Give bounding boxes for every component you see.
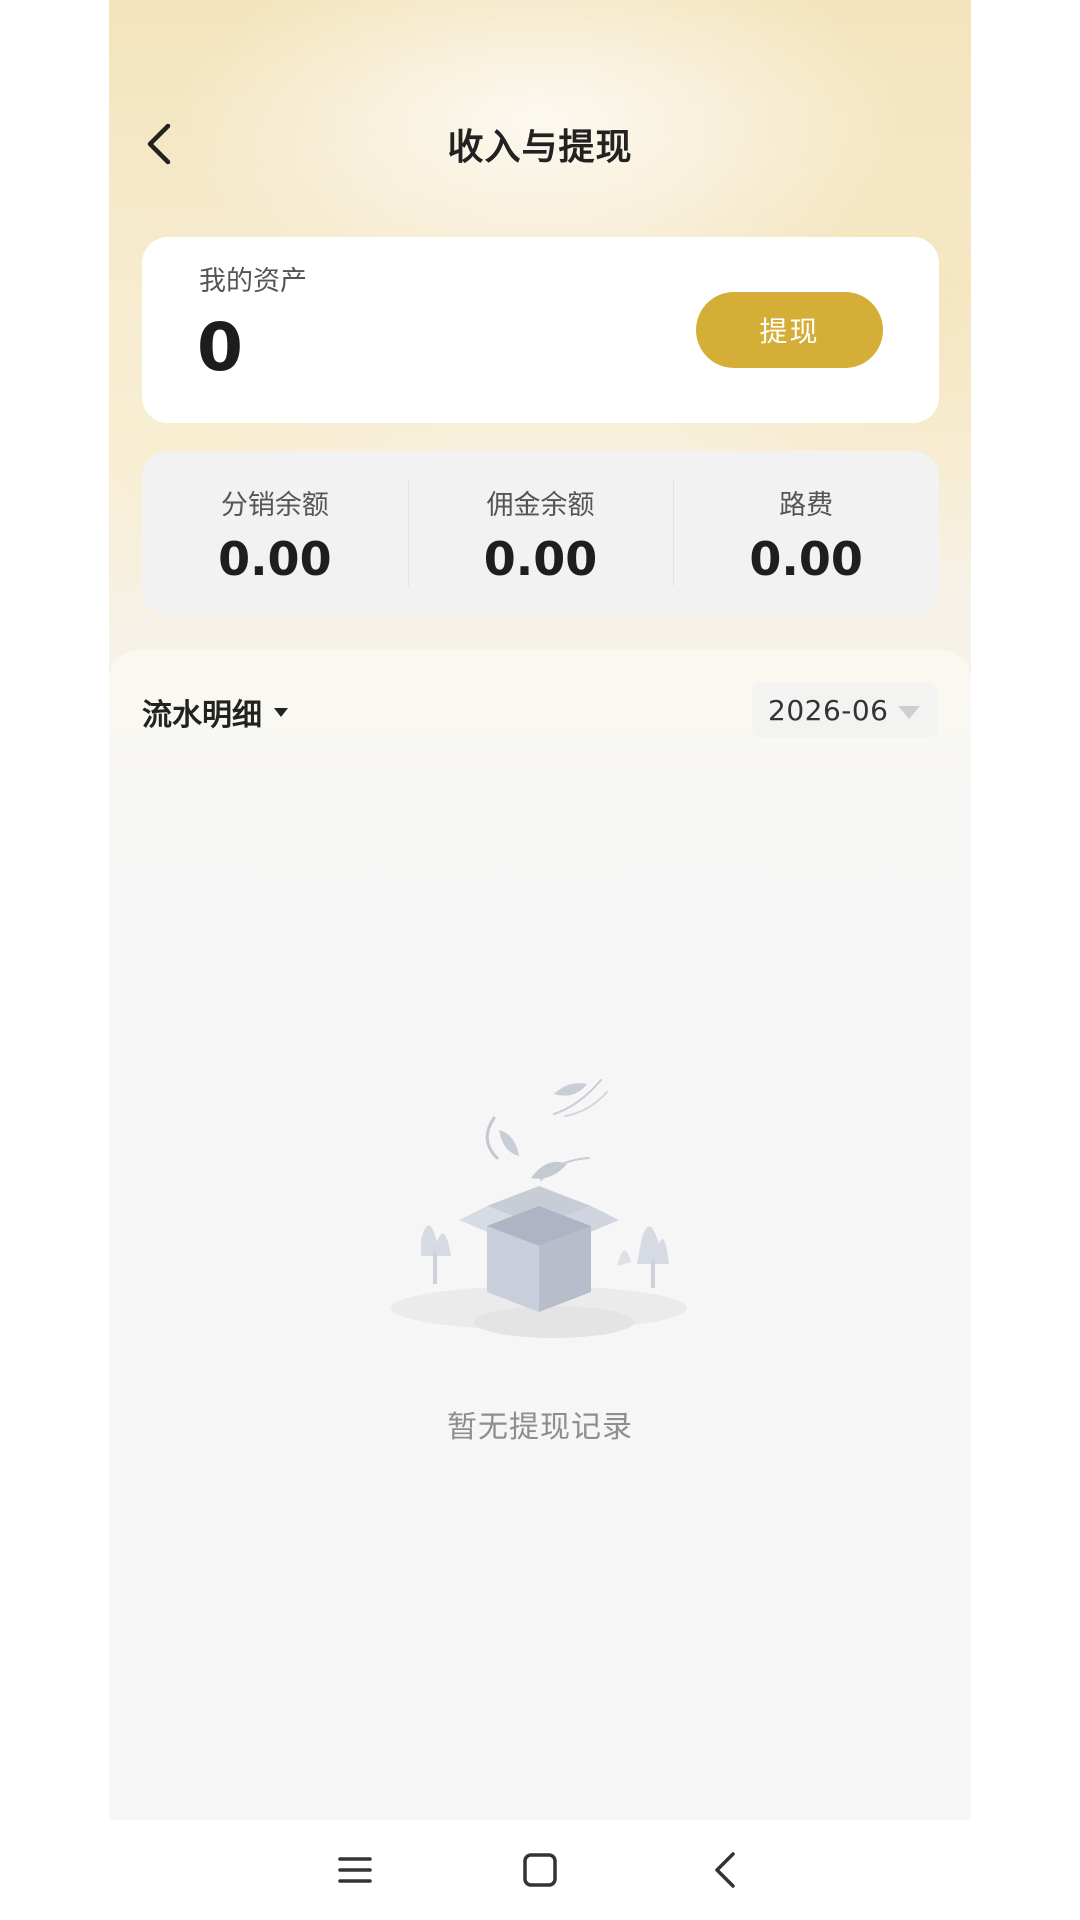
home-icon [523, 1853, 557, 1887]
balance-value: 0.00 [749, 532, 863, 586]
back-icon [715, 1852, 735, 1888]
records-type-dropdown[interactable]: 流水明细 [142, 690, 288, 734]
month-picker[interactable]: 2026-06 [752, 682, 938, 738]
empty-state-text: 暂无提现记录 [447, 1410, 633, 1445]
withdraw-button[interactable]: 提现 [696, 292, 883, 368]
assets-card: 我的资产 0 提现 [142, 237, 939, 423]
balances-card: 分销余额 0.00 佣金余额 0.00 路费 0.00 [142, 451, 939, 615]
balance-label: 分销余额 [220, 490, 329, 521]
balance-travel-fee: 路费 0.00 [673, 451, 939, 615]
balance-value: 0.00 [218, 532, 332, 586]
records-title: 流水明细 [142, 698, 262, 733]
menu-icon [338, 1857, 372, 1883]
empty-box-illustration [391, 1079, 687, 1338]
caret-down-icon [898, 706, 920, 719]
top-bar: 收入与提现 [109, 100, 971, 190]
assets-value: 0 [197, 309, 243, 386]
page-title: 收入与提现 [447, 127, 633, 168]
balance-label: 路费 [779, 490, 834, 521]
balance-label: 佣金余额 [486, 490, 595, 521]
system-navigation-bar [0, 1820, 1080, 1920]
balance-commission: 佣金余额 0.00 [407, 451, 674, 615]
balance-distribution: 分销余额 0.00 [142, 451, 408, 615]
balance-value: 0.00 [483, 532, 598, 586]
menu-button[interactable] [325, 1840, 385, 1900]
caret-down-icon [274, 707, 288, 717]
assets-label: 我的资产 [199, 266, 307, 297]
month-value: 2026-06 [768, 693, 889, 727]
system-back-button[interactable] [695, 1840, 755, 1900]
app-screen: 收入与提现 我的资产 0 提现 分销余额 0.00 佣金余额 0.00 路费 0… [109, 0, 971, 1920]
records-panel: 流水明细 2026-06 暂无提现记录 [109, 650, 971, 1820]
home-button[interactable] [510, 1840, 570, 1900]
